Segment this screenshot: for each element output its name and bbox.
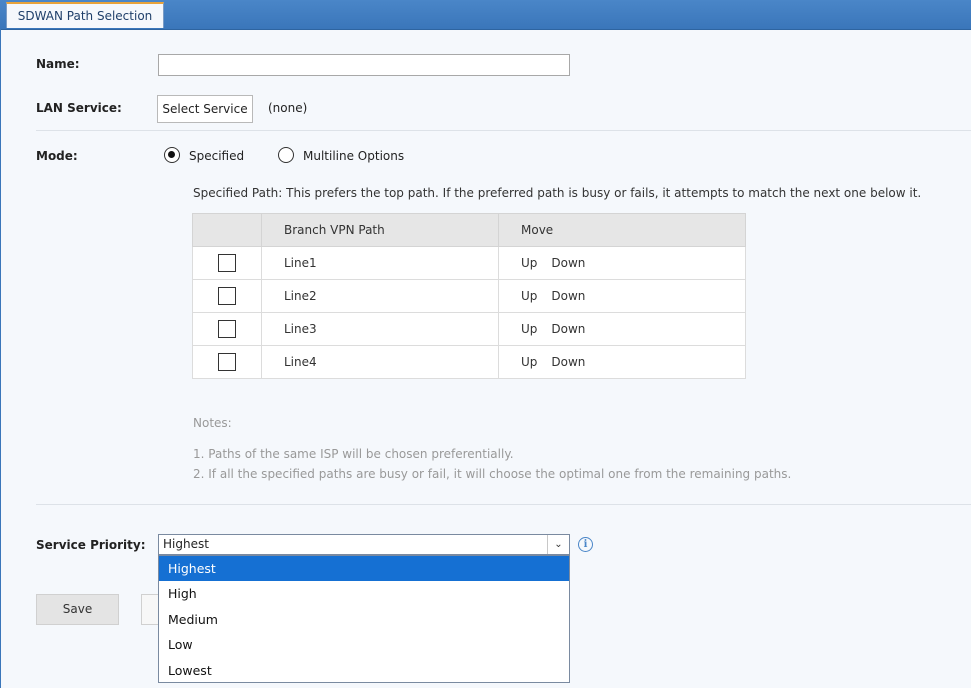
note-item: 2. If all the specified paths are busy o… xyxy=(193,467,792,481)
radio-specified-label[interactable]: Specified xyxy=(189,149,244,163)
move-down-link[interactable]: Down xyxy=(551,355,585,369)
dropdown-option-highest[interactable]: Highest xyxy=(159,556,569,582)
divider-top xyxy=(36,130,971,131)
checkbox-cell xyxy=(192,312,262,346)
path-name: Line2 xyxy=(261,279,499,313)
mode-description: Specified Path: This prefers the top pat… xyxy=(193,186,922,200)
move-up-link[interactable]: Up xyxy=(521,322,537,336)
move-up-link[interactable]: Up xyxy=(521,355,537,369)
tab-sdwan-path-selection[interactable]: SDWAN Path Selection xyxy=(6,2,164,28)
path-name: Line3 xyxy=(261,312,499,346)
lan-service-value: (none) xyxy=(268,101,308,115)
info-icon[interactable]: i xyxy=(578,537,593,552)
service-priority-label: Service Priority: xyxy=(36,538,146,552)
left-border xyxy=(0,29,1,688)
table-row: Line3 Up Down xyxy=(192,312,746,346)
select-service-button[interactable]: Select Service xyxy=(157,95,253,123)
row-checkbox[interactable] xyxy=(218,353,236,371)
dropdown-option-low[interactable]: Low xyxy=(159,632,569,657)
top-tab-bar: SDWAN Path Selection xyxy=(0,0,971,30)
checkbox-cell xyxy=(192,279,262,313)
checkbox-cell xyxy=(192,246,262,280)
move-cell: Up Down xyxy=(498,345,746,379)
radio-specified[interactable] xyxy=(164,147,180,163)
move-down-link[interactable]: Down xyxy=(551,322,585,336)
table-row: Line4 Up Down xyxy=(192,345,746,379)
path-name: Line1 xyxy=(261,246,499,280)
dropdown-option-lowest[interactable]: Lowest xyxy=(159,658,569,683)
lan-service-label: LAN Service: xyxy=(36,101,122,115)
branch-vpn-path-table: Branch VPN Path Move Line1 Up Down Line2 … xyxy=(192,213,746,379)
radio-selected-dot xyxy=(168,151,175,158)
table-row: Line1 Up Down xyxy=(192,246,746,280)
move-down-link[interactable]: Down xyxy=(551,289,585,303)
row-checkbox[interactable] xyxy=(218,320,236,338)
move-cell: Up Down xyxy=(498,279,746,313)
dropdown-option-high[interactable]: High xyxy=(159,581,569,606)
column-header-select xyxy=(192,213,262,247)
move-up-link[interactable]: Up xyxy=(521,289,537,303)
chevron-down-icon[interactable]: ⌄ xyxy=(547,535,569,554)
notes-title: Notes: xyxy=(193,416,232,430)
service-priority-value: Highest xyxy=(163,537,209,551)
note-item: 1. Paths of the same ISP will be chosen … xyxy=(193,447,514,461)
dropdown-option-medium[interactable]: Medium xyxy=(159,607,569,632)
path-name: Line4 xyxy=(261,345,499,379)
checkbox-cell xyxy=(192,345,262,379)
column-header-branch-vpn-path: Branch VPN Path xyxy=(261,213,499,247)
name-label: Name: xyxy=(36,57,80,71)
name-input[interactable] xyxy=(158,54,570,76)
divider-bottom xyxy=(36,504,971,505)
move-up-link[interactable]: Up xyxy=(521,256,537,270)
column-header-move: Move xyxy=(498,213,746,247)
save-button[interactable]: Save xyxy=(36,594,119,625)
service-priority-select[interactable]: Highest ⌄ xyxy=(158,534,570,555)
move-cell: Up Down xyxy=(498,312,746,346)
row-checkbox[interactable] xyxy=(218,287,236,305)
radio-multiline-options-label[interactable]: Multiline Options xyxy=(303,149,404,163)
row-checkbox[interactable] xyxy=(218,254,236,272)
move-cell: Up Down xyxy=(498,246,746,280)
mode-label: Mode: xyxy=(36,149,78,163)
move-down-link[interactable]: Down xyxy=(551,256,585,270)
table-row: Line2 Up Down xyxy=(192,279,746,313)
radio-multiline-options[interactable] xyxy=(278,147,294,163)
service-priority-dropdown: Highest High Medium Low Lowest xyxy=(158,555,570,683)
